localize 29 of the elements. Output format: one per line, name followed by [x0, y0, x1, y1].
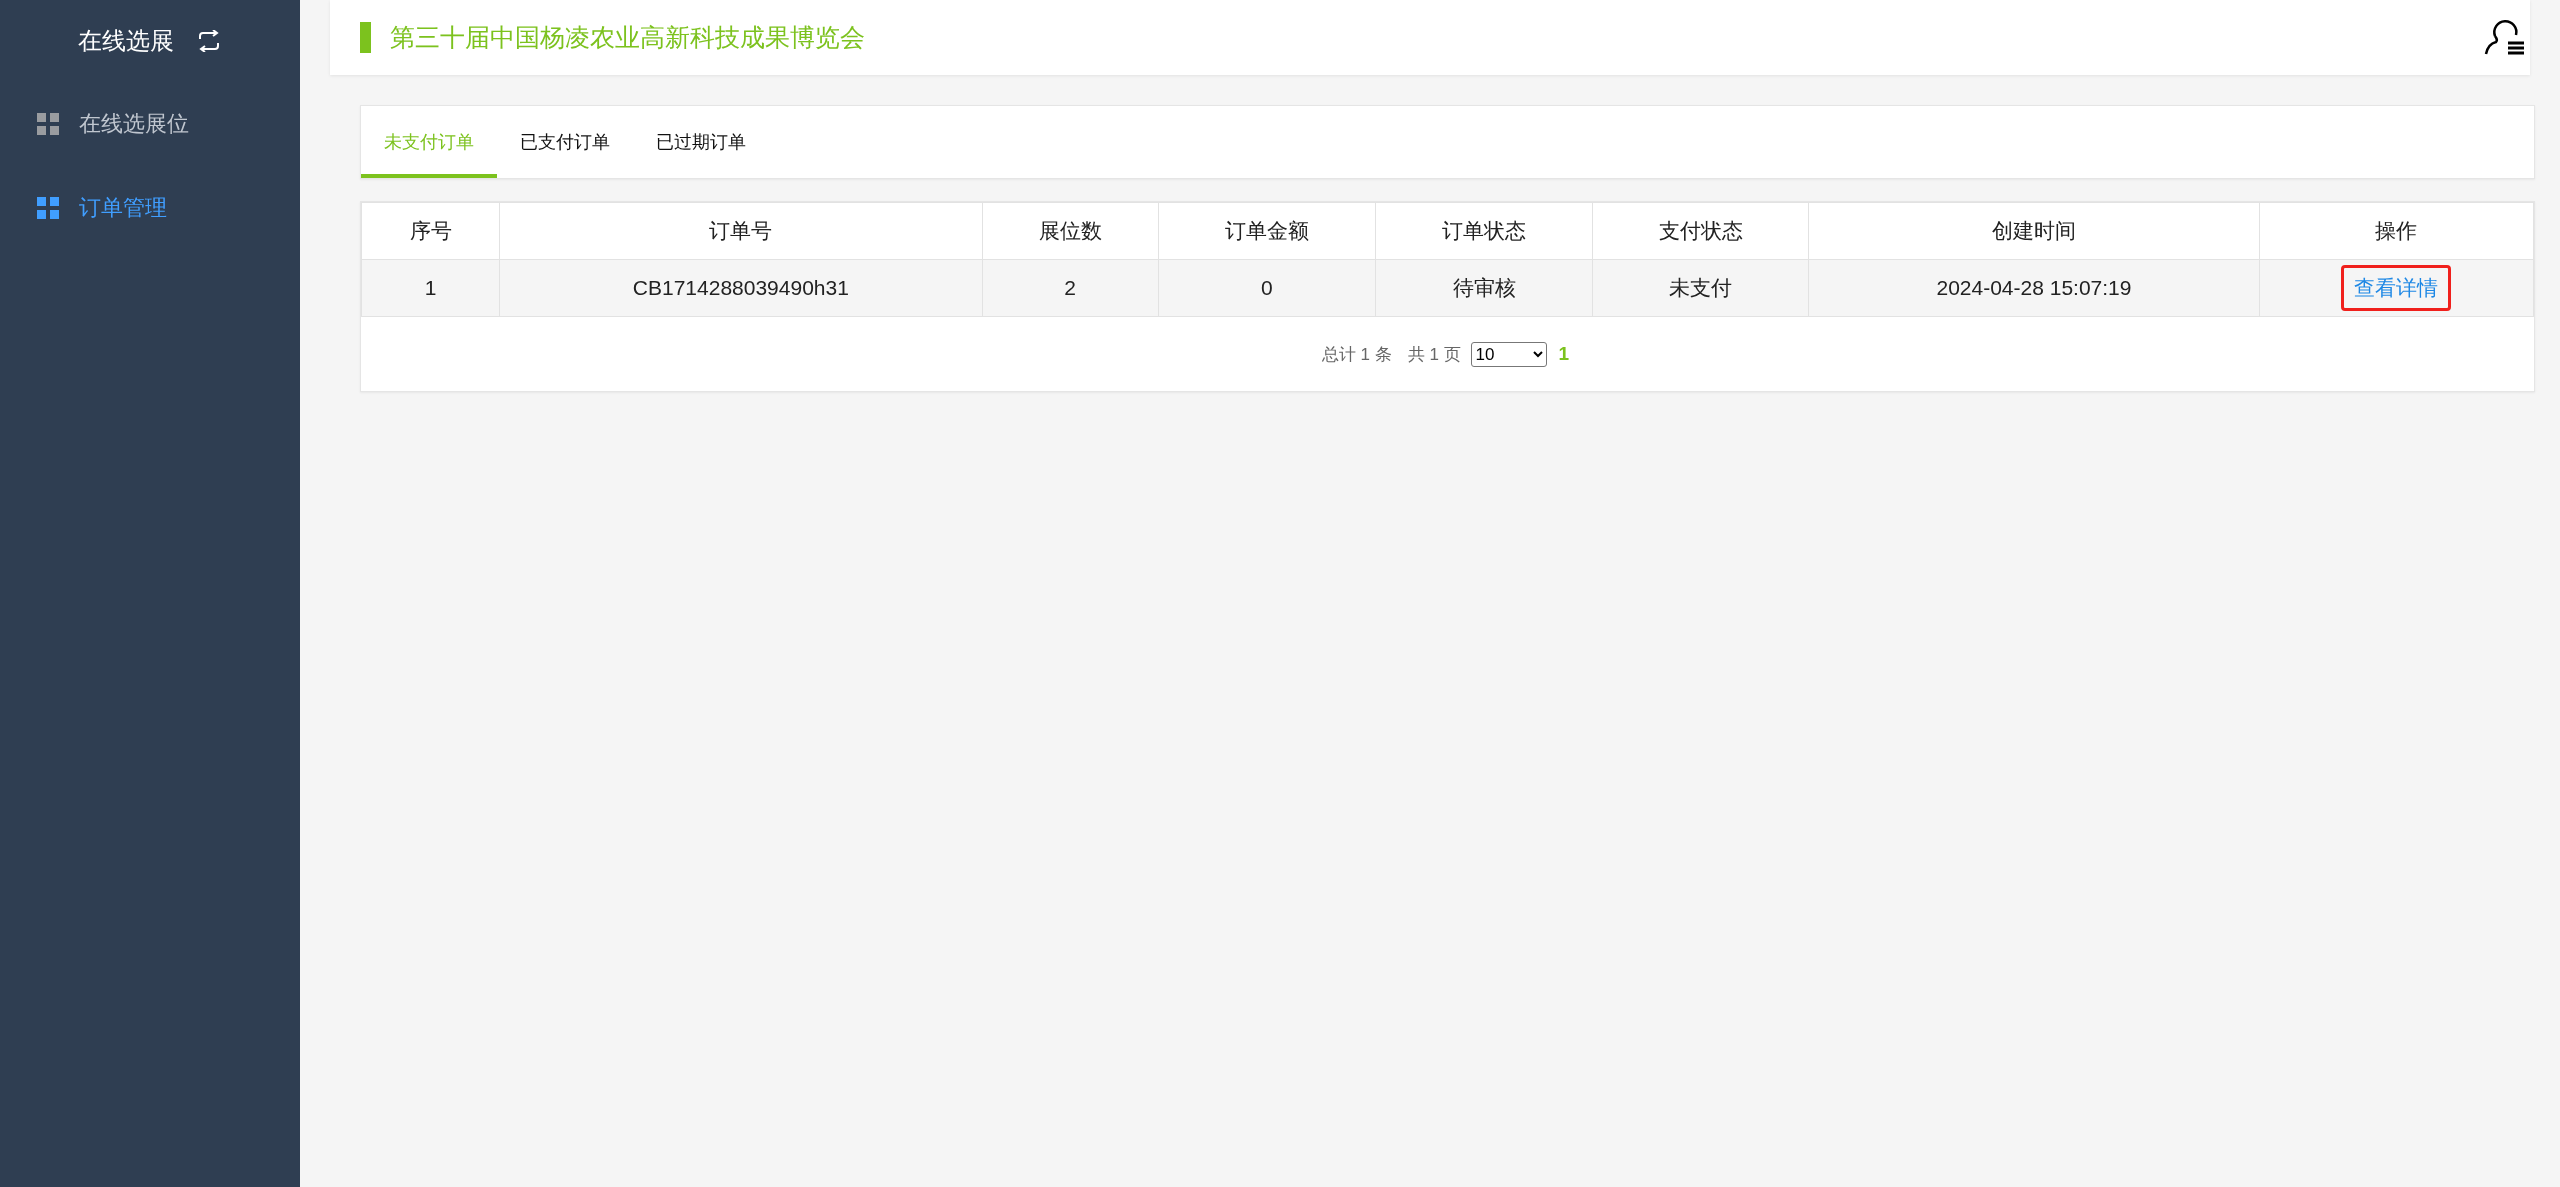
order-tab[interactable]: 已过期订单 [633, 106, 769, 178]
column-header: 操作 [2259, 202, 2534, 260]
page-title: 第三十届中国杨凌农业高新科技成果博览会 [390, 22, 866, 53]
title-accent-bar [360, 22, 371, 53]
sidebar-item[interactable]: 在线选展位 [0, 82, 300, 166]
table-cell: 未支付 [1592, 259, 1809, 317]
table-cell: 2 [982, 259, 1159, 317]
view-details-link[interactable]: 查看详情 [2341, 265, 2452, 311]
column-header: 展位数 [982, 202, 1159, 260]
column-header: 订单号 [499, 202, 983, 260]
sidebar-title: 在线选展 [78, 26, 174, 56]
grid-icon [37, 197, 59, 219]
table-cell: 待审核 [1375, 259, 1593, 317]
column-header: 创建时间 [1808, 202, 2260, 260]
sidebar-item[interactable]: 订单管理 [0, 166, 300, 250]
table-cell: 2024-04-28 15:07:19 [1808, 259, 2260, 317]
table-cell: CB1714288039490h31 [499, 259, 983, 317]
table-cell: 0 [1158, 259, 1376, 317]
switch-arrows-icon[interactable] [196, 30, 222, 52]
order-tab[interactable]: 已支付订单 [497, 106, 633, 178]
total-count-text: 总计 1 条 [1321, 343, 1392, 366]
page-count-text: 共 1 页 [1407, 343, 1461, 366]
column-header: 支付状态 [1592, 202, 1809, 260]
column-header: 订单金额 [1158, 202, 1376, 260]
page-size-select[interactable]: 10 [1470, 341, 1547, 367]
column-header: 订单状态 [1375, 202, 1593, 260]
table-cell: 1 [361, 259, 500, 317]
grid-icon [37, 113, 59, 135]
column-header: 序号 [361, 202, 500, 260]
